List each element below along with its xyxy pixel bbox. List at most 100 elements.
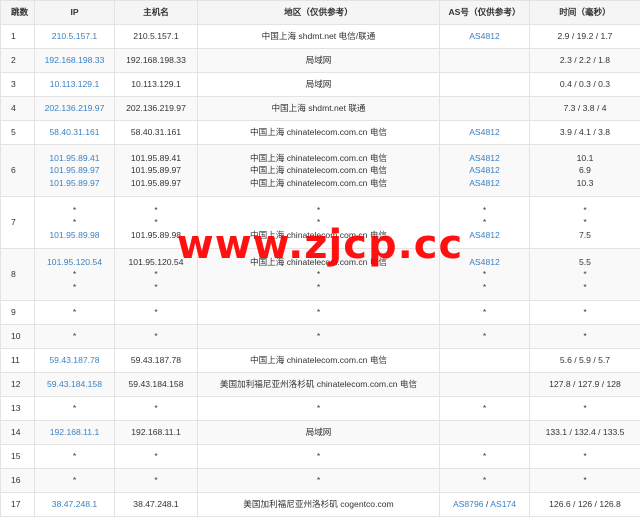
ip-link[interactable]: 58.40.31.161	[38, 126, 111, 139]
time-line: 10.3	[533, 177, 637, 190]
ip-link[interactable]: 192.168.11.1	[38, 426, 111, 439]
hop-number: 9	[1, 301, 35, 325]
time-cell: 133.1 / 132.4 / 133.5	[530, 421, 640, 445]
ip-link[interactable]: 38.47.248.1	[38, 498, 111, 511]
hostname-line: 202.136.219.97	[118, 102, 194, 115]
ip-link[interactable]: 10.113.129.1	[38, 78, 111, 91]
ip-link[interactable]: 101.95.89.97	[38, 177, 111, 190]
table-row: 2192.168.198.33192.168.198.33局域网 2.3 / 2…	[1, 49, 640, 73]
hostname-line: 192.168.198.33	[118, 54, 194, 67]
time-line: 10.1	[533, 152, 637, 165]
region-line: *	[201, 330, 436, 343]
ip-cell: *	[35, 445, 115, 469]
hostname-cell: **101.95.89.98	[115, 197, 198, 249]
time-line: 2.9 / 19.2 / 1.7	[533, 30, 637, 43]
region-cell: *	[198, 301, 440, 325]
region-cell: 局域网	[198, 49, 440, 73]
ip-link[interactable]: 192.168.198.33	[38, 54, 111, 67]
hostname-line: *	[118, 330, 194, 343]
asn-cell	[440, 73, 530, 97]
ip-link[interactable]: 210.5.157.1	[38, 30, 111, 43]
asn-link[interactable]: AS4812	[469, 165, 500, 175]
ip-line: *	[38, 474, 111, 487]
region-cell: 中国上海 shdmt.net 联通	[198, 97, 440, 121]
hop-number: 13	[1, 397, 35, 421]
header-ip: IP	[35, 1, 115, 25]
time-line: *	[533, 474, 637, 487]
region-line: 局域网	[201, 54, 436, 67]
ip-link[interactable]: 101.95.120.54	[38, 256, 111, 269]
region-cell: 中国上海 chinatelecom.com.cn 电信	[198, 121, 440, 145]
asn-link[interactable]: AS4812	[469, 257, 500, 267]
ip-link[interactable]: 59.43.187.78	[38, 354, 111, 367]
asn-link[interactable]: AS4812	[469, 127, 500, 137]
hop-number: 7	[1, 197, 35, 249]
hostname-cell: 59.43.187.78	[115, 349, 198, 373]
region-cell: *	[198, 397, 440, 421]
time-line: 6.9	[533, 164, 637, 177]
hostname-cell: *	[115, 445, 198, 469]
hostname-line: *	[118, 268, 194, 281]
table-row: 1738.47.248.138.47.248.1美国加利福尼亚州洛杉矶 coge…	[1, 493, 640, 517]
asn-value: *	[483, 217, 486, 227]
header-asn: AS号（仅供参考）	[440, 1, 530, 25]
table-row: 16*****	[1, 469, 640, 493]
time-line: *	[533, 204, 637, 217]
region-cell: 美国加利福尼亚州洛杉矶 cogentco.com	[198, 493, 440, 517]
asn-link[interactable]: AS4812	[469, 31, 500, 41]
table-row: 1159.43.187.7859.43.187.78中国上海 chinatele…	[1, 349, 640, 373]
asn-link[interactable]: AS4812	[469, 178, 500, 188]
hostname-line: *	[118, 204, 194, 217]
ip-cell: 202.136.219.97	[35, 97, 115, 121]
ip-line: *	[38, 450, 111, 463]
ip-link[interactable]: 59.43.184.158	[38, 378, 111, 391]
asn-line: *	[443, 402, 526, 415]
asn-line: AS4812	[443, 177, 526, 190]
table-header-row: 跳数 IP 主机名 地区（仅供参考） AS号（仅供参考） 时间（毫秒）	[1, 1, 640, 25]
hop-number: 12	[1, 373, 35, 397]
asn-value: *	[483, 269, 486, 279]
asn-link[interactable]: AS8796	[453, 499, 484, 509]
time-line: 2.3 / 2.2 / 1.8	[533, 54, 637, 67]
region-line: *	[201, 402, 436, 415]
traceroute-table: 跳数 IP 主机名 地区（仅供参考） AS号（仅供参考） 时间（毫秒） 12 10…	[0, 0, 640, 517]
asn-cell: *	[440, 397, 530, 421]
ip-link[interactable]: 101.95.89.98	[38, 229, 111, 242]
asn-link[interactable]: AS4812	[469, 230, 500, 240]
table-row: 310.113.129.110.113.129.1局域网 0.4 / 0.3 /…	[1, 73, 640, 97]
ip-link[interactable]: 101.95.89.97	[38, 164, 111, 177]
ip-cell: 192.168.198.33	[35, 49, 115, 73]
hostname-cell: *	[115, 469, 198, 493]
asn-link[interactable]: AS4812	[469, 153, 500, 163]
region-cell: 中国上海 shdmt.net 电信/联通	[198, 25, 440, 49]
hostname-cell: 202.136.219.97	[115, 97, 198, 121]
hostname-cell: 58.40.31.161	[115, 121, 198, 145]
asn-line	[443, 54, 526, 67]
asn-line: AS4812	[443, 256, 526, 269]
region-line: *	[201, 268, 436, 281]
asn-link[interactable]: AS174	[490, 499, 516, 509]
ip-link[interactable]: 101.95.89.41	[38, 152, 111, 165]
hop-number: 6	[1, 145, 35, 197]
hostname-line: 101.95.89.97	[118, 177, 194, 190]
hostname-cell: 10.113.129.1	[115, 73, 198, 97]
asn-line: *	[443, 450, 526, 463]
ip-cell: *	[35, 325, 115, 349]
hop-number: 16	[1, 469, 35, 493]
ip-link[interactable]: 202.136.219.97	[38, 102, 111, 115]
asn-value: *	[483, 205, 486, 215]
time-line: 7.3 / 3.8 / 4	[533, 102, 637, 115]
asn-line: *	[443, 330, 526, 343]
ip-cell: 101.95.120.54**	[35, 249, 115, 301]
asn-value: *	[483, 475, 486, 485]
asn-value: *	[483, 282, 486, 292]
asn-line: *	[443, 281, 526, 294]
asn-cell	[440, 97, 530, 121]
time-cell: 2.9 / 19.2 / 1.7	[530, 25, 640, 49]
time-line: *	[533, 402, 637, 415]
time-cell: **7.5	[530, 197, 640, 249]
region-cell: *	[198, 469, 440, 493]
region-line: 美国加利福尼亚州洛杉矶 chinatelecom.com.cn 电信	[201, 378, 436, 391]
region-line: 中国上海 chinatelecom.com.cn 电信	[201, 354, 436, 367]
hop-number: 10	[1, 325, 35, 349]
